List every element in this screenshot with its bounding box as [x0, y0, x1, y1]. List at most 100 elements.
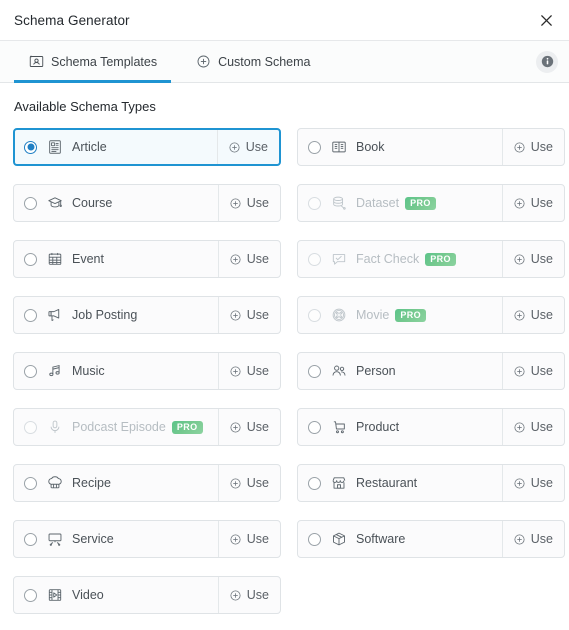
- use-button-label: Use: [530, 420, 553, 434]
- plus-circle-icon: [513, 365, 526, 378]
- radio-person[interactable]: [308, 364, 321, 378]
- radio-movie: [308, 308, 321, 322]
- use-button-article[interactable]: Use: [216, 130, 279, 164]
- schema-type-label-video: Video: [72, 588, 104, 602]
- schema-type-row-music[interactable]: Music Use: [13, 352, 281, 390]
- schema-type-label-event: Event: [72, 252, 104, 266]
- radio-book[interactable]: [308, 140, 321, 154]
- plus-circle-icon: [513, 477, 526, 490]
- use-button-service[interactable]: Use: [217, 521, 280, 557]
- schema-type-row-job-posting[interactable]: Job Posting Use: [13, 296, 281, 334]
- use-button-video[interactable]: Use: [217, 577, 280, 613]
- schema-types-grid: Article Use Book Use Course Use Dataset PRO Use E…: [13, 128, 565, 614]
- schema-type-row-article[interactable]: Article Use: [13, 128, 281, 166]
- film-reel-icon: [331, 307, 347, 323]
- schema-type-row-video[interactable]: Video Use: [13, 576, 281, 614]
- use-button-software[interactable]: Use: [501, 521, 564, 557]
- radio-product[interactable]: [308, 420, 321, 434]
- section-title: Available Schema Types: [14, 99, 156, 114]
- use-button-music[interactable]: Use: [217, 353, 280, 389]
- package-box-icon: [331, 531, 347, 547]
- dialog-titlebar: Schema Generator: [0, 0, 569, 41]
- plus-circle-icon: [229, 309, 242, 322]
- schema-type-row-product[interactable]: Product Use: [297, 408, 565, 446]
- use-button-label: Use: [246, 588, 269, 602]
- schema-type-label-restaurant: Restaurant: [356, 476, 418, 490]
- use-button-event[interactable]: Use: [217, 241, 280, 277]
- schema-type-label-job-posting: Job Posting: [72, 308, 138, 322]
- plus-circle-icon: [513, 141, 526, 154]
- radio-job-posting[interactable]: [24, 308, 37, 322]
- plus-circle-icon: [513, 197, 526, 210]
- schema-type-label-book: Book: [356, 140, 385, 154]
- radio-recipe[interactable]: [24, 476, 37, 490]
- use-button-label: Use: [246, 476, 269, 490]
- check-bubble-icon: [331, 251, 347, 267]
- radio-fact-check: [308, 252, 321, 266]
- schema-type-label-fact-check: Fact Check: [356, 252, 420, 266]
- page-title: Schema Generator: [14, 12, 130, 28]
- radio-course[interactable]: [24, 196, 37, 210]
- radio-video[interactable]: [24, 588, 37, 602]
- tab-schema-templates-label: Schema Templates: [51, 54, 158, 69]
- schema-type-label-podcast-episode: Podcast Episode: [72, 420, 166, 434]
- plus-circle-icon: [229, 421, 242, 434]
- grid-empty-cell: [297, 576, 565, 614]
- use-button-fact-check[interactable]: Use: [501, 241, 564, 277]
- schema-type-row-restaurant[interactable]: Restaurant Use: [297, 464, 565, 502]
- schema-type-row-person[interactable]: Person Use: [297, 352, 565, 390]
- use-button-job-posting[interactable]: Use: [217, 297, 280, 333]
- schema-type-row-service[interactable]: Service Use: [13, 520, 281, 558]
- use-button-person[interactable]: Use: [501, 353, 564, 389]
- use-button-dataset[interactable]: Use: [501, 185, 564, 221]
- use-button-label: Use: [530, 364, 553, 378]
- use-button-label: Use: [246, 420, 269, 434]
- schema-type-row-recipe[interactable]: Recipe Use: [13, 464, 281, 502]
- radio-service[interactable]: [24, 532, 37, 546]
- schema-type-label-music: Music: [72, 364, 105, 378]
- schema-type-label-article: Article: [72, 140, 107, 154]
- plus-circle-icon: [513, 253, 526, 266]
- use-button-course[interactable]: Use: [217, 185, 280, 221]
- use-button-label: Use: [246, 196, 269, 210]
- book-icon: [331, 139, 347, 155]
- schema-type-label-person: Person: [356, 364, 396, 378]
- shopping-cart-icon: [331, 419, 347, 435]
- use-button-product[interactable]: Use: [501, 409, 564, 445]
- use-button-restaurant[interactable]: Use: [501, 465, 564, 501]
- use-button-label: Use: [530, 476, 553, 490]
- info-icon[interactable]: [536, 50, 558, 73]
- schema-type-row-software[interactable]: Software Use: [297, 520, 565, 558]
- tab-schema-templates[interactable]: Schema Templates: [14, 41, 172, 83]
- plus-circle-icon: [229, 365, 242, 378]
- service-desk-icon: [47, 531, 63, 547]
- video-film-icon: [47, 587, 63, 603]
- use-button-label: Use: [245, 140, 268, 154]
- schema-type-row-event[interactable]: Event Use: [13, 240, 281, 278]
- use-button-book[interactable]: Use: [501, 129, 564, 165]
- use-button-recipe[interactable]: Use: [217, 465, 280, 501]
- plus-circle-icon: [229, 477, 242, 490]
- music-note-icon: [47, 363, 63, 379]
- tab-bar: Schema Templates Custom Schema: [0, 41, 569, 83]
- radio-software[interactable]: [308, 532, 321, 546]
- radio-article[interactable]: [24, 140, 37, 154]
- use-button-label: Use: [246, 308, 269, 322]
- schema-type-row-course[interactable]: Course Use: [13, 184, 281, 222]
- radio-podcast-episode: [24, 420, 37, 434]
- radio-event[interactable]: [24, 252, 37, 266]
- radio-music[interactable]: [24, 364, 37, 378]
- close-icon[interactable]: [531, 5, 561, 35]
- plus-circle-icon: [229, 253, 242, 266]
- use-button-label: Use: [530, 308, 553, 322]
- pro-badge: PRO: [395, 308, 427, 322]
- storefront-icon: [331, 475, 347, 491]
- use-button-movie[interactable]: Use: [501, 297, 564, 333]
- radio-restaurant[interactable]: [308, 476, 321, 490]
- plus-circle-icon: [229, 533, 242, 546]
- use-button-label: Use: [530, 532, 553, 546]
- plus-circle-icon: [513, 421, 526, 434]
- use-button-podcast-episode[interactable]: Use: [217, 409, 280, 445]
- schema-type-row-book[interactable]: Book Use: [297, 128, 565, 166]
- tab-custom-schema[interactable]: Custom Schema: [181, 41, 324, 82]
